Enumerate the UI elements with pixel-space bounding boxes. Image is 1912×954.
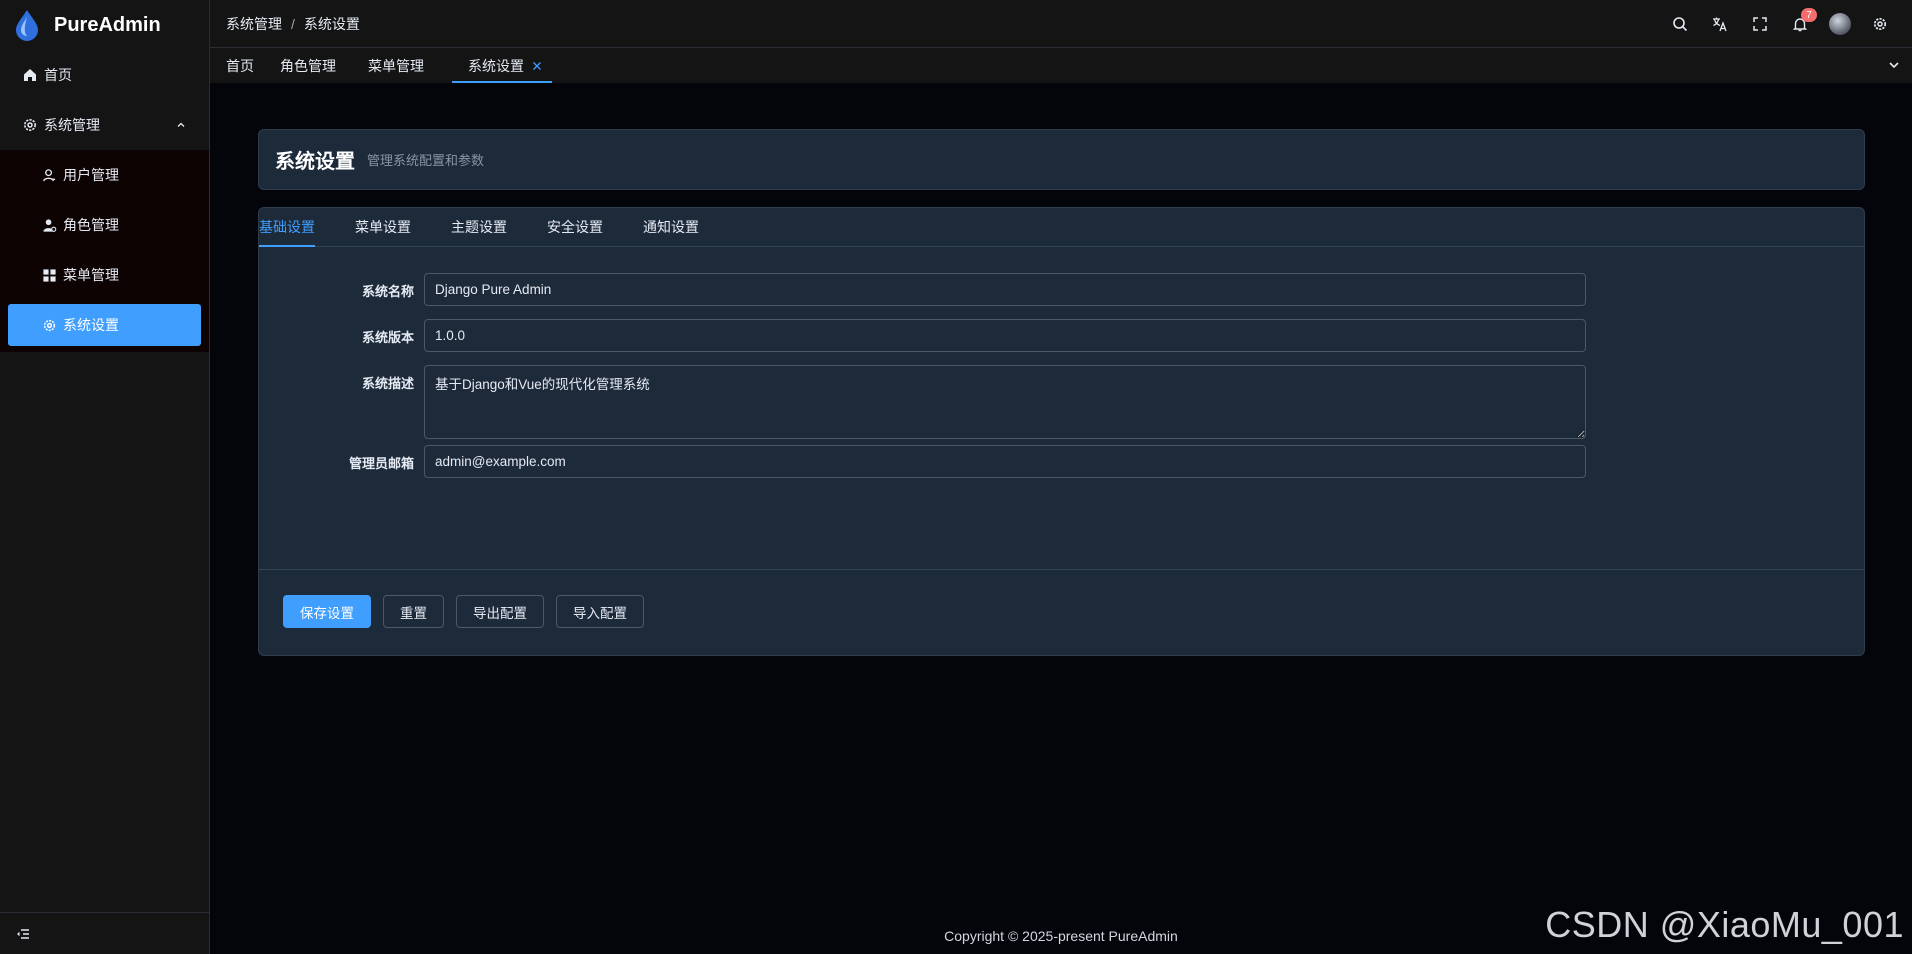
sidebar-item-label: 菜单管理	[63, 267, 119, 283]
tag-label: 菜单管理	[368, 57, 424, 74]
tag-home[interactable]: 首页	[210, 48, 264, 83]
close-icon[interactable]	[532, 61, 542, 71]
chevron-up-icon	[177, 122, 185, 127]
tag-label: 系统设置	[468, 57, 524, 74]
collapse-menu-icon	[17, 928, 29, 939]
sidebar-collapse-button[interactable]	[0, 912, 209, 954]
save-settings-button[interactable]: 保存设置	[283, 595, 371, 628]
form-divider	[259, 569, 1864, 570]
home-icon	[24, 69, 36, 81]
tab-notification[interactable]: 通知设置	[643, 207, 699, 246]
sidebar-item-users[interactable]: 用户管理	[0, 150, 209, 200]
system-name-input[interactable]	[424, 273, 1586, 306]
role-icon	[43, 218, 57, 232]
page-header: 系统设置 管理系统配置和参数	[258, 129, 1865, 190]
tab-security[interactable]: 安全设置	[547, 207, 603, 246]
breadcrumb-current: 系统设置	[303, 15, 360, 32]
top-header: 系统管理 / 系统设置 7	[210, 0, 1912, 48]
tag-label: 首页	[226, 57, 254, 74]
sidebar-group-system[interactable]: 系统管理	[0, 100, 209, 150]
tag-menus[interactable]: 菜单管理	[352, 48, 440, 83]
sidebar-item-menus[interactable]: 菜单管理	[0, 250, 209, 300]
sidebar-item-label: 角色管理	[63, 217, 119, 233]
tab-theme[interactable]: 主题设置	[451, 207, 507, 246]
system-name-label: 系统名称	[361, 284, 414, 299]
notification-button[interactable]: 7	[1780, 0, 1820, 48]
fullscreen-icon	[1753, 17, 1767, 31]
tab-menu[interactable]: 菜单设置	[355, 207, 411, 246]
app-name: PureAdmin	[54, 13, 161, 36]
page-title: 系统设置	[275, 151, 355, 173]
gear-icon	[1873, 17, 1887, 31]
watermark: CSDN @XiaoMu_001	[1545, 904, 1904, 945]
tag-settings[interactable]: 系统设置	[452, 48, 552, 83]
admin-email-input[interactable]	[424, 445, 1586, 478]
sidebar-item-settings[interactable]: 系统设置	[8, 304, 201, 346]
system-desc-label: 系统描述	[361, 376, 414, 391]
tab-basic[interactable]: 基础设置	[259, 207, 315, 247]
page-subtitle: 管理系统配置和参数	[367, 153, 485, 168]
import-config-button[interactable]: 导入配置	[556, 595, 644, 628]
tag-roles[interactable]: 角色管理	[264, 48, 352, 83]
tags-bar: 首页 角色管理 菜单管理 系统设置	[210, 48, 1912, 83]
sidebar-group-label: 系统管理	[44, 117, 100, 133]
user-avatar-button[interactable]	[1820, 0, 1860, 48]
language-button[interactable]	[1700, 0, 1740, 48]
logo[interactable]: PureAdmin	[0, 0, 209, 50]
sidebar-item-label: 用户管理	[63, 167, 119, 183]
logo-drop-icon	[16, 10, 38, 41]
breadcrumb: 系统管理 / 系统设置	[226, 14, 360, 34]
system-desc-textarea[interactable]: 基于Django和Vue的现代化管理系统	[424, 365, 1586, 439]
sidebar-item-home[interactable]: 首页	[0, 50, 209, 100]
grid-icon	[43, 268, 56, 282]
reset-button[interactable]: 重置	[383, 595, 444, 628]
notification-badge: 7	[1801, 8, 1817, 22]
settings-button[interactable]	[1860, 0, 1900, 48]
header-actions: 7	[1660, 0, 1900, 48]
gear-icon	[43, 319, 56, 331]
avatar	[1829, 13, 1851, 35]
system-version-label: 系统版本	[361, 330, 414, 345]
user-icon	[43, 168, 56, 181]
settings-card: 基础设置 菜单设置 主题设置 安全设置 通知设置 系统名称 系统版本 系统描述 …	[258, 207, 1865, 656]
main-content: 系统设置 管理系统配置和参数 基础设置 菜单设置 主题设置 安全设置 通知设置 …	[210, 83, 1912, 954]
breadcrumb-separator: /	[291, 15, 295, 32]
sidebar-item-label: 系统设置	[63, 317, 119, 333]
export-config-button[interactable]: 导出配置	[456, 595, 544, 628]
tag-label: 角色管理	[280, 57, 336, 74]
fullscreen-button[interactable]	[1740, 0, 1780, 48]
search-icon	[1673, 17, 1688, 32]
settings-tabs: 基础设置 菜单设置 主题设置 安全设置 通知设置	[259, 208, 1864, 247]
sidebar-submenu: 用户管理 角色管理 菜单管理 系统设置	[0, 150, 209, 352]
system-version-input[interactable]	[424, 319, 1586, 352]
chevron-down-icon[interactable]	[1886, 57, 1902, 73]
sidebar-item-roles[interactable]: 角色管理	[0, 200, 209, 250]
form-actions: 保存设置 重置 导出配置 导入配置	[283, 595, 656, 628]
breadcrumb-parent[interactable]: 系统管理	[226, 14, 282, 34]
search-button[interactable]	[1660, 0, 1700, 48]
sidebar-item-label: 首页	[44, 67, 72, 83]
admin-email-label: 管理员邮箱	[348, 456, 414, 471]
sidebar: PureAdmin 首页 系统管理 用户管理 角色管理 菜单管理 系统设置	[0, 0, 210, 954]
gear-icon	[24, 119, 36, 131]
translate-icon	[1713, 17, 1727, 32]
